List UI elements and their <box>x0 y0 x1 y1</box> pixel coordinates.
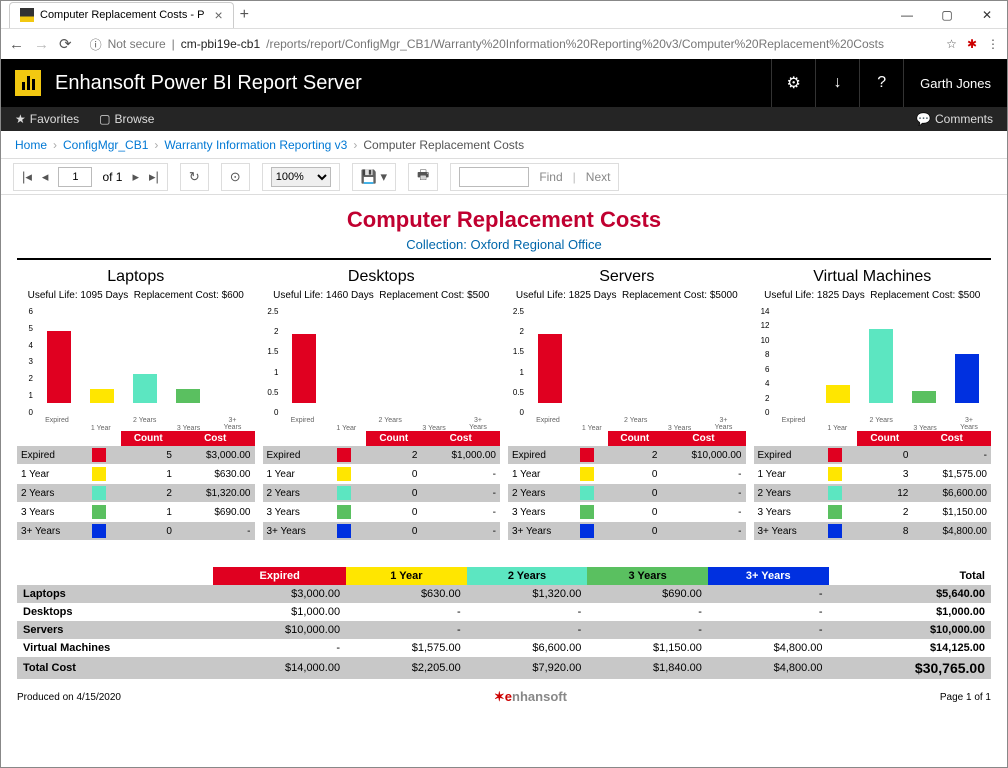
panel-title: Servers <box>508 268 746 286</box>
minimize-button[interactable]: — <box>887 8 927 22</box>
page-number-input[interactable] <box>58 167 92 187</box>
bar <box>133 374 157 403</box>
brand-logo: ✶enhansoft <box>494 689 567 705</box>
bar <box>176 389 200 403</box>
report-title: Computer Replacement Costs <box>17 207 991 233</box>
bookmark-icon[interactable]: ☆ <box>946 37 957 51</box>
back-to-parent-button[interactable]: ⊙ <box>230 169 241 185</box>
next-find-button[interactable]: Next <box>586 170 611 184</box>
back-button[interactable]: ← <box>9 36 24 53</box>
browse-link[interactable]: Browse <box>114 112 154 126</box>
download-button[interactable]: ↓ <box>815 59 859 107</box>
panel-table: CountCost Expired0-1 Year3$1,575.002 Yea… <box>754 431 992 541</box>
bar <box>47 331 71 403</box>
bar <box>538 334 562 403</box>
settings-button[interactable]: ⚙ <box>771 59 815 107</box>
tab-title: Computer Replacement Costs - P <box>40 9 204 21</box>
panel-subtitle: Useful Life: 1460 Days Replacement Cost:… <box>263 290 501 301</box>
page-indicator: Page 1 of 1 <box>940 692 991 703</box>
search-input[interactable] <box>459 167 529 187</box>
print-button[interactable]: 🖶 <box>417 166 429 188</box>
panel-subtitle: Useful Life: 1825 Days Replacement Cost:… <box>508 290 746 301</box>
bar-chart: 14121086420 Expired1 Year2 Years3 Years3… <box>754 307 992 417</box>
new-tab-button[interactable]: + <box>240 6 249 24</box>
bar-chart: 2.521.510.50 Expired1 Year2 Years3 Years… <box>508 307 746 417</box>
report-body: Computer Replacement Costs Collection: O… <box>1 195 1007 713</box>
save-button[interactable]: 💾 ▾ <box>361 169 387 185</box>
crumb-1[interactable]: ConfigMgr_CB1 <box>63 138 148 152</box>
menu-icon[interactable]: ⋮ <box>987 37 999 51</box>
panel-laptops: Laptops Useful Life: 1095 Days Replaceme… <box>17 268 255 541</box>
reload-button[interactable]: ⟳ <box>59 35 72 53</box>
maximize-button[interactable]: ▢ <box>927 8 967 22</box>
insecure-label: Not secure <box>108 37 166 51</box>
insecure-icon: ⓘ <box>90 36 102 53</box>
bar-chart: 6543210 Expired1 Year2 Years3 Years3+ Ye… <box>17 307 255 417</box>
bar-chart: 2.521.510.50 Expired1 Year2 Years3 Years… <box>263 307 501 417</box>
panel-table: CountCost Expired5$3,000.001 Year1$630.0… <box>17 431 255 541</box>
last-page-button[interactable]: ▸| <box>149 169 159 185</box>
close-window-button[interactable]: ✕ <box>967 8 1007 22</box>
url-field[interactable]: ⓘ Not secure | cm-pbi19e-cb1/reports/rep… <box>82 36 937 53</box>
bar <box>955 354 979 403</box>
user-menu[interactable]: Garth Jones <box>903 59 1007 107</box>
favorites-link[interactable]: Favorites <box>30 112 79 126</box>
url-host: cm-pbi19e-cb1 <box>181 37 260 51</box>
panel-table: CountCost Expired2$10,000.001 Year0-2 Ye… <box>508 431 746 541</box>
bar <box>90 389 114 403</box>
report-footer: Produced on 4/15/2020 ✶enhansoft Page 1 … <box>17 689 991 705</box>
comments-icon: 💬 <box>916 112 931 126</box>
panel-desktops: Desktops Useful Life: 1460 Days Replacem… <box>263 268 501 541</box>
app-title: Enhansoft Power BI Report Server <box>55 72 362 95</box>
panel-virtual-machines: Virtual Machines Useful Life: 1825 Days … <box>754 268 992 541</box>
report-toolbar: |◂ ◂ of 1 ▸ ▸| ↻ ⊙ 100% 💾 ▾ 🖶 Find | Nex… <box>1 159 1007 195</box>
bar <box>869 329 893 403</box>
crumb-2[interactable]: Warranty Information Reporting v3 <box>164 138 347 152</box>
panel-table: CountCost Expired2$1,000.001 Year0-2 Yea… <box>263 431 501 541</box>
panel-servers: Servers Useful Life: 1825 Days Replaceme… <box>508 268 746 541</box>
sub-header: ★ Favorites ▢ Browse 💬Comments <box>1 107 1007 131</box>
help-button[interactable]: ? <box>859 59 903 107</box>
prev-page-button[interactable]: ◂ <box>42 169 49 185</box>
powerbi-logo-icon <box>15 70 41 96</box>
divider <box>17 258 991 260</box>
window-controls: — ▢ ✕ <box>887 8 1007 22</box>
refresh-report-button[interactable]: ↻ <box>189 169 200 185</box>
panel-subtitle: Useful Life: 1095 Days Replacement Cost:… <box>17 290 255 301</box>
extension-icon[interactable]: ✱ <box>967 37 977 51</box>
panel-subtitle: Useful Life: 1825 Days Replacement Cost:… <box>754 290 992 301</box>
page-of-label: of 1 <box>102 170 122 184</box>
find-button[interactable]: Find <box>539 170 562 184</box>
browse-icon: ▢ <box>99 112 110 126</box>
panel-title: Laptops <box>17 268 255 286</box>
bar <box>912 391 936 403</box>
bar <box>292 334 316 403</box>
panel-title: Virtual Machines <box>754 268 992 286</box>
panel-row: Laptops Useful Life: 1095 Days Replaceme… <box>17 268 991 541</box>
produced-date: Produced on 4/15/2020 <box>17 692 121 703</box>
panel-title: Desktops <box>263 268 501 286</box>
next-page-button[interactable]: ▸ <box>132 169 139 185</box>
close-tab-icon[interactable]: × <box>214 7 222 23</box>
crumb-current: Computer Replacement Costs <box>363 138 524 152</box>
url-path: /reports/report/ConfigMgr_CB1/Warranty%2… <box>266 37 884 51</box>
comments-link[interactable]: 💬Comments <box>916 112 993 126</box>
app-header: Enhansoft Power BI Report Server ⚙ ↓ ? G… <box>1 59 1007 107</box>
report-viewport[interactable]: Computer Replacement Costs Collection: O… <box>1 195 1007 767</box>
zoom-select[interactable]: 100% <box>271 167 331 187</box>
report-subtitle: Collection: Oxford Regional Office <box>17 237 991 252</box>
browser-titlebar: Computer Replacement Costs - P × + — ▢ ✕ <box>1 1 1007 29</box>
crumb-home[interactable]: Home <box>15 138 47 152</box>
browser-tab[interactable]: Computer Replacement Costs - P × <box>9 2 234 28</box>
favorites-star-icon: ★ <box>15 112 26 126</box>
address-bar: ← → ⟳ ⓘ Not secure | cm-pbi19e-cb1/repor… <box>1 29 1007 59</box>
breadcrumb: Home› ConfigMgr_CB1› Warranty Informatio… <box>1 131 1007 159</box>
summary-table: Expired1 Year2 Years3 Years3+ YearsTotal… <box>17 567 991 679</box>
powerbi-icon <box>20 8 34 22</box>
first-page-button[interactable]: |◂ <box>22 169 32 185</box>
forward-button[interactable]: → <box>34 36 49 53</box>
bar <box>826 385 850 403</box>
